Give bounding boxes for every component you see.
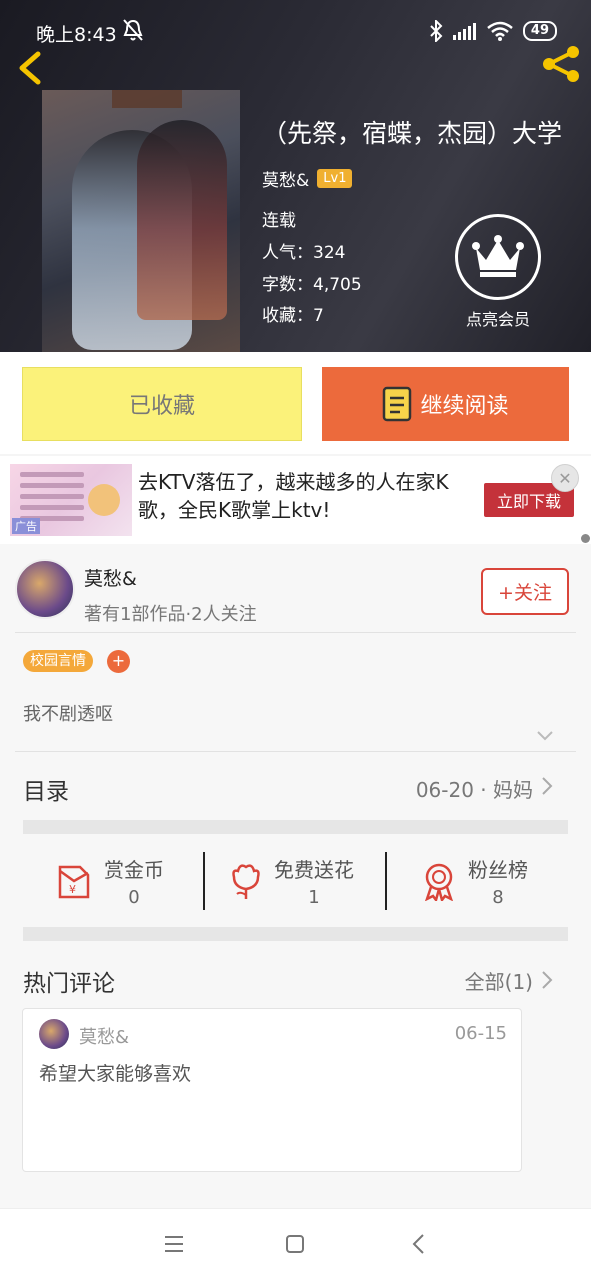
book-author[interactable]: 莫愁& [262, 166, 309, 191]
book-word-count: 字数：4,705 [262, 275, 362, 295]
comment-date: 06-15 [454, 1023, 507, 1044]
book-favorites: 收藏：7 [262, 306, 324, 326]
toc-label: 目录 [23, 779, 69, 805]
continue-reading-label: 继续阅读 [420, 394, 509, 419]
back-arrow-icon[interactable] [12, 48, 48, 88]
ad-banner[interactable]: 广告 去KTV落伍了，越来越多的人在家K歌，全民K歌掌上ktv! 立即下载 [0, 456, 591, 544]
comment-text: 希望大家能够喜欢 [39, 1063, 192, 1085]
toc-latest-chapter: 06-20 · 妈妈 [415, 778, 533, 802]
action-bar: 已收藏 继续阅读 [0, 352, 591, 454]
continue-reading-button[interactable]: 继续阅读 [322, 367, 569, 441]
book-title: （先祭，宿蝶，杰园）大学 [262, 119, 563, 148]
table-of-contents-row[interactable]: 目录 06-20 · 妈妈 [0, 752, 591, 818]
vip-button[interactable]: 点亮会员 [455, 214, 541, 330]
vip-label: 点亮会员 [465, 310, 530, 329]
stat-value: 0 [128, 887, 140, 908]
collected-label: 已收藏 [128, 394, 195, 419]
stat-value: 8 [492, 887, 504, 908]
add-tag-button[interactable]: + [107, 650, 130, 673]
book-icon [383, 386, 412, 422]
crown-icon [455, 214, 541, 300]
book-intro: 我不剧透呕 [23, 704, 113, 725]
medal-icon [425, 863, 453, 901]
section-separator [23, 820, 568, 834]
divider [203, 852, 205, 910]
author-level-badge: Lv1 [317, 169, 353, 188]
divider [15, 632, 576, 633]
wifi-icon [487, 21, 513, 41]
chevron-right-icon [542, 971, 553, 989]
stat-label: 免费送花 [274, 858, 354, 882]
menu-icon[interactable] [161, 1231, 187, 1257]
battery-indicator: 49 [522, 21, 557, 41]
free-flower-item[interactable]: 免费送花 1 [228, 854, 354, 908]
chevron-right-icon [542, 777, 553, 795]
fan-ranking-item[interactable]: 粉丝榜 8 [420, 854, 528, 908]
stat-label: 赏金币 [104, 858, 164, 882]
genre-tag[interactable]: 校园言情 [23, 650, 93, 672]
comment-user[interactable]: 莫愁& [79, 1023, 129, 1049]
share-icon[interactable] [539, 44, 583, 84]
ad-image[interactable]: 广告 [10, 464, 132, 536]
svg-text:¥: ¥ [69, 883, 76, 896]
stat-label: 粉丝榜 [468, 858, 528, 882]
book-header: 晚上8:43 49 （先祭，宿蝶，杰园）大学 莫愁& Lv1 连载 人气：324… [0, 0, 591, 352]
book-status: 连载 [262, 211, 296, 231]
comment-card[interactable]: 莫愁& 06-15 希望大家能够喜欢 [22, 1008, 522, 1172]
chevron-down-icon[interactable] [536, 730, 554, 742]
ad-close-icon[interactable]: ✕ [551, 464, 579, 492]
all-comments-link[interactable]: 全部(1) [465, 966, 533, 995]
details-section: 莫愁& 著有1部作品·2人关注 +关注 校园言情 + 我不剧透呕 目录 06-2… [0, 544, 591, 1208]
hot-comments-row[interactable]: 热门评论 全部(1) [0, 948, 591, 1008]
section-separator [23, 927, 568, 941]
red-envelope-icon: ¥ [58, 865, 90, 899]
ad-info-icon[interactable] [581, 534, 590, 543]
status-icons: 49 [429, 20, 557, 42]
collected-button[interactable]: 已收藏 [22, 367, 302, 441]
follow-button[interactable]: +关注 [481, 568, 569, 615]
book-cover-image[interactable] [42, 90, 240, 352]
ad-text[interactable]: 去KTV落伍了，越来越多的人在家K歌，全民K歌掌上ktv! [138, 468, 468, 524]
flower-icon [232, 864, 260, 899]
status-bar: 晚上8:43 49 [0, 0, 591, 62]
bluetooth-icon [430, 20, 443, 42]
divider [385, 852, 387, 910]
author-stats: 著有1部作品·2人关注 [84, 604, 257, 625]
book-popularity: 人气：324 [262, 243, 346, 263]
author-avatar[interactable] [15, 559, 75, 619]
avatar[interactable] [39, 1019, 69, 1049]
ad-tag: 广告 [12, 518, 40, 534]
system-navigation-bar [0, 1208, 591, 1280]
book-author-row: 莫愁& Lv1 [262, 166, 353, 191]
stats-row: ¥ 赏金币 0 免费送花 1 粉丝榜 8 [0, 840, 591, 940]
bell-muted-icon [123, 19, 143, 41]
hot-comments-label: 热门评论 [23, 971, 115, 997]
signal-icon [452, 23, 476, 40]
home-icon[interactable] [282, 1231, 308, 1257]
reward-coins-item[interactable]: ¥ 赏金币 0 [54, 854, 164, 908]
status-time: 晚上8:43 [36, 24, 117, 46]
author-name[interactable]: 莫愁& [84, 564, 137, 591]
back-icon[interactable] [406, 1231, 432, 1257]
stat-value: 1 [308, 887, 320, 908]
